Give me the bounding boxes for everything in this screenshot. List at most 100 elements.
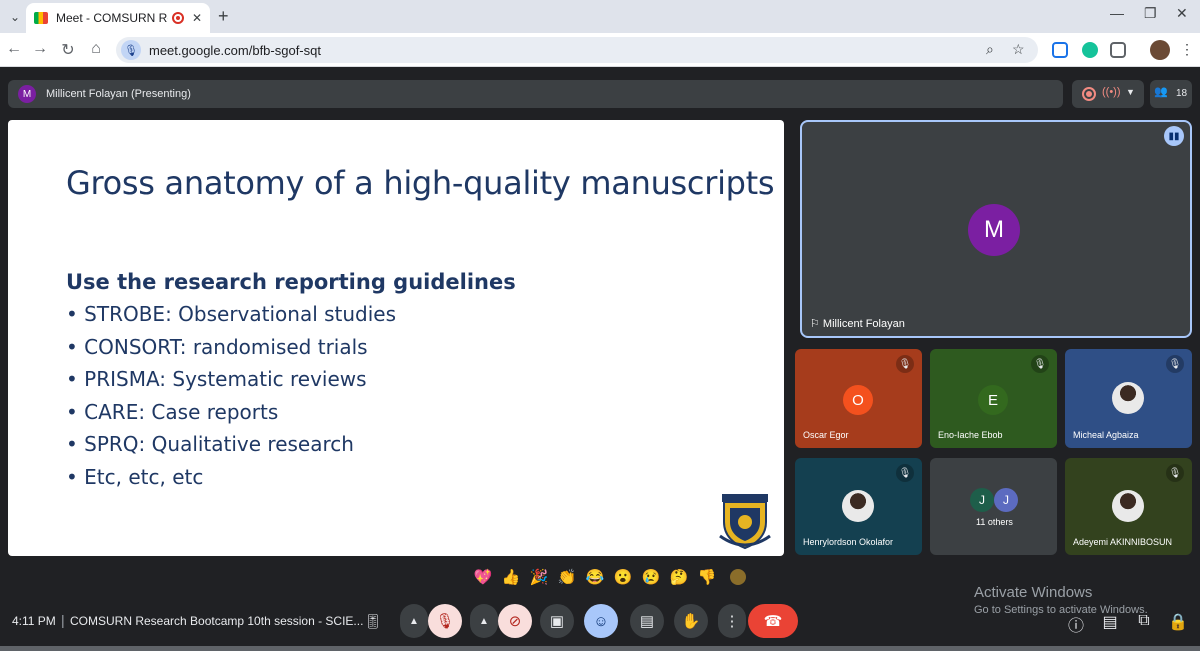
recording-live-button[interactable]: ((•)) ▼: [1072, 80, 1144, 108]
participants-button[interactable]: 👥 18: [1150, 80, 1192, 108]
reaction-thumbs-down[interactable]: 👎: [696, 566, 718, 588]
captions-icon: ▤: [639, 613, 655, 630]
forward-arrow-icon[interactable]: →: [30, 40, 50, 58]
meeting-title: COMSURN Research Bootcamp 10th session -…: [70, 614, 364, 628]
recording-icon: [1082, 87, 1096, 101]
activities-icon[interactable]: ⧉: [1134, 612, 1154, 630]
more-options-icon: ⋮: [724, 613, 740, 630]
meeting-separator: |: [61, 612, 65, 628]
participant-tile[interactable]: 🎙 E Eno-Iache Ebob: [930, 349, 1057, 448]
reaction-laugh[interactable]: 😂: [584, 566, 606, 588]
reaction-heart[interactable]: 💖: [472, 566, 494, 588]
participant-avatar: E: [978, 385, 1008, 415]
grammarly-extension-icon[interactable]: [1082, 42, 1098, 58]
video-options-chevron-icon[interactable]: ▲: [470, 604, 498, 638]
presenting-banner: M Millicent Folayan (Presenting): [8, 80, 1063, 108]
speaking-indicator-icon: ▮▮: [1164, 126, 1184, 146]
bookmark-star-icon[interactable]: ☆: [1012, 41, 1025, 58]
participant-name: Henrylordson Okolafor: [803, 537, 894, 547]
camera-off-icon: ⊘: [508, 613, 522, 630]
reaction-party[interactable]: 🎉: [528, 566, 550, 588]
speaker-avatar: M: [968, 204, 1020, 256]
activate-windows-subtitle: Go to Settings to activate Windows.: [974, 604, 1148, 616]
slide-bullet: PRISMA: Systematic reviews: [66, 367, 396, 400]
speaker-name: ⚐ Millicent Folayan: [810, 317, 905, 330]
slide-bullet: CONSORT: randomised trials: [66, 335, 396, 368]
restore-window-icon[interactable]: ❐: [1144, 5, 1157, 22]
others-tile[interactable]: J J 11 others: [930, 458, 1057, 555]
slide-bullet: CARE: Case reports: [66, 400, 396, 433]
audio-options-chevron-icon[interactable]: ▲: [400, 604, 428, 638]
mic-off-icon: 🎙: [1166, 464, 1184, 482]
extensions-puzzle-icon[interactable]: [1110, 42, 1126, 58]
more-options-button[interactable]: ⋮: [718, 604, 746, 638]
mic-off-icon: 🎙: [896, 355, 914, 373]
slide-title: Gross anatomy of a high-quality manuscri…: [66, 164, 775, 202]
mic-off-icon: 🎙: [896, 464, 914, 482]
participant-photo-avatar: [1112, 490, 1144, 522]
camera-off-button[interactable]: ⊘: [498, 604, 532, 638]
browser-tab-meet[interactable]: Meet - COMSURN Research ✕: [26, 3, 210, 33]
end-call-icon: ☎: [763, 613, 783, 630]
others-count: 11 others: [976, 517, 1013, 527]
recording-indicator-icon: [171, 12, 184, 24]
participant-photo-avatar: [1112, 382, 1144, 414]
mic-off-icon: 🎙: [1031, 355, 1049, 373]
reaction-thumbs-up[interactable]: 👍: [500, 566, 522, 588]
chevron-down-icon: ▼: [1126, 87, 1135, 97]
mic-off-button[interactable]: 🎙: [428, 604, 462, 638]
tab-search-icon[interactable]: ⌄: [4, 6, 26, 28]
microphone-in-use-icon[interactable]: 🎙: [121, 40, 141, 60]
captions-button[interactable]: ▤: [630, 604, 664, 638]
chat-icon[interactable]: ▤: [1100, 612, 1120, 632]
close-window-icon[interactable]: ✕: [1176, 5, 1188, 22]
close-tab-icon[interactable]: ✕: [192, 11, 202, 25]
raise-hand-button[interactable]: ✋: [674, 604, 708, 638]
meeting-details-icon[interactable]: ⓘ: [1066, 612, 1086, 636]
participant-avatar: O: [843, 385, 873, 415]
zoom-icon[interactable]: ⌕: [986, 41, 994, 58]
presenting-label: Millicent Folayan (Presenting): [46, 88, 191, 100]
participant-photo-avatar: [842, 490, 874, 522]
participant-tile[interactable]: 🎙 Micheal Agbaiza: [1065, 349, 1192, 448]
address-bar[interactable]: 🎙 meet.google.com/bfb-sgof-sqt ⌕ ☆: [116, 37, 1038, 63]
live-stream-icon: ((•)): [1102, 86, 1121, 98]
reaction-thinking[interactable]: 🤔: [668, 566, 690, 588]
url-text: meet.google.com/bfb-sgof-sqt: [149, 43, 321, 58]
profile-avatar[interactable]: [1150, 40, 1170, 60]
end-call-button[interactable]: ☎: [748, 604, 798, 638]
skin-tone-icon[interactable]: [730, 569, 746, 585]
university-crest-logo: [719, 494, 771, 550]
reaction-sad[interactable]: 😢: [640, 566, 662, 588]
new-tab-icon[interactable]: +: [218, 6, 229, 27]
slide-bullet: SPRQ: Qualitative research: [66, 432, 396, 465]
participant-tile[interactable]: 🎙 Henrylordson Okolafor: [795, 458, 922, 555]
browser-menu-icon[interactable]: ⋮: [1180, 41, 1194, 58]
participant-name: Adeyemi AKINNIBOSUN: [1073, 537, 1173, 547]
participant-avatar: J: [970, 488, 994, 512]
reaction-surprised[interactable]: 😮: [612, 566, 634, 588]
bottom-edge: [0, 646, 1200, 651]
presenting-icon: ⚐: [810, 318, 823, 330]
participant-count: 18: [1176, 88, 1188, 99]
emoji-button[interactable]: ☺: [584, 604, 618, 638]
raise-hand-icon: ✋: [681, 613, 701, 630]
host-lock-icon[interactable]: 🔒: [1168, 612, 1188, 632]
participant-name: Eno-Iache Ebob: [938, 430, 1003, 440]
home-icon[interactable]: ⌂: [86, 40, 106, 58]
presenter-avatar: M: [18, 85, 36, 103]
back-arrow-icon[interactable]: ←: [4, 40, 24, 58]
reload-icon[interactable]: ↻: [58, 40, 78, 60]
speaker-tile[interactable]: ▮▮ M ⚐ Millicent Folayan: [800, 120, 1192, 338]
host-controls-icon[interactable]: 🎚: [360, 604, 386, 638]
people-icon: 👥: [1154, 86, 1168, 98]
participant-tile[interactable]: 🎙 Adeyemi AKINNIBOSUN: [1065, 458, 1192, 555]
participant-tile[interactable]: 🎙 O Oscar Egor: [795, 349, 922, 448]
minimize-window-icon[interactable]: —: [1110, 5, 1124, 21]
emoji-icon: ☺: [593, 612, 609, 630]
browser-tab-bar: ⌄ Meet - COMSURN Research ✕ + — ❐ ✕: [0, 0, 1200, 33]
present-screen-button[interactable]: ▣: [540, 604, 574, 638]
screen-cast-icon[interactable]: [1052, 42, 1068, 58]
reaction-clap[interactable]: 👏: [556, 566, 578, 588]
mic-off-icon: 🎙: [1166, 355, 1184, 373]
